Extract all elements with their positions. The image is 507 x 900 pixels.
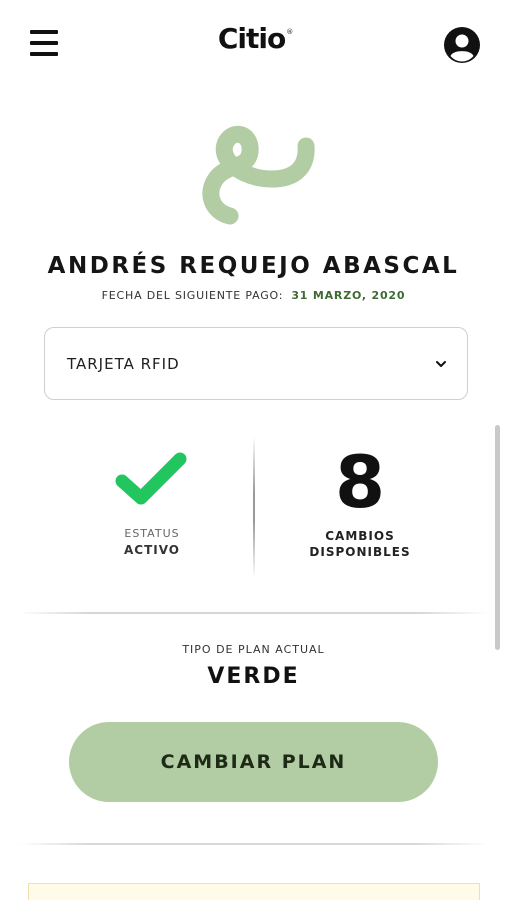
account-screen: Citio® ANDRÉS REQUEJO ABASCAL FECHA DEL … <box>0 0 507 900</box>
changes-label: CAMBIOS DISPONIBLES <box>280 528 440 560</box>
plan-label: TIPO DE PLAN ACTUAL <box>182 643 325 656</box>
changes-count: 8 <box>334 440 386 524</box>
brand-logo[interactable]: Citio® <box>210 22 300 55</box>
user-circle-icon[interactable] <box>443 26 481 64</box>
stats-divider <box>253 436 255 578</box>
status-label: ESTATUS <box>124 527 180 540</box>
status-value: ACTIVO <box>123 543 181 557</box>
plan-value: VERDE <box>207 664 300 689</box>
app-header: Citio® <box>0 0 507 90</box>
chevron-down-icon <box>436 361 446 367</box>
card-type-selected: TARJETA RFID <box>67 355 180 373</box>
check-icon <box>115 452 187 505</box>
section-divider <box>18 612 488 614</box>
scrollbar-thumb[interactable] <box>495 425 500 650</box>
citio-swirl-logo-icon <box>190 108 320 228</box>
next-payment-label: FECHA DEL SIGUIENTE PAGO: <box>101 289 284 302</box>
next-payment-date: 31 MARZO, 2020 <box>291 289 406 302</box>
changes-label-line1: CAMBIOS <box>325 529 395 543</box>
change-plan-button[interactable]: CAMBIAR PLAN <box>69 722 438 802</box>
changes-label-line2: DISPONIBLES <box>309 545 411 559</box>
user-name: ANDRÉS REQUEJO ABASCAL <box>47 253 460 279</box>
hamburger-menu-icon[interactable] <box>28 28 62 58</box>
brand-mark: ® <box>286 28 293 36</box>
section-divider <box>18 843 488 845</box>
next-payment: FECHA DEL SIGUIENTE PAGO: 31 MARZO, 2020 <box>0 289 507 302</box>
notice-box <box>28 883 480 900</box>
card-type-select[interactable]: TARJETA RFID <box>44 327 468 400</box>
brand-name: Citio <box>217 22 286 55</box>
account-stats: ESTATUS ACTIVO 8 CAMBIOS DISPONIBLES <box>0 430 507 580</box>
